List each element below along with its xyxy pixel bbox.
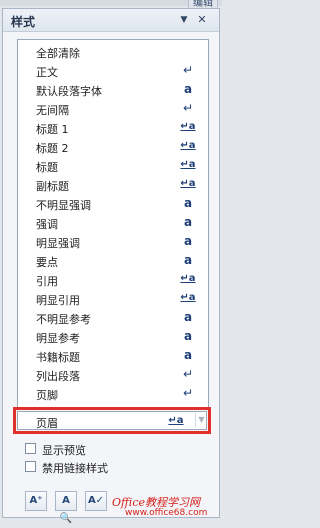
character-style-icon: a: [183, 82, 193, 96]
style-name: 标题 1: [36, 123, 69, 136]
style-item[interactable]: 正文 ↵: [18, 61, 208, 80]
style-item[interactable]: 页脚 ↵: [18, 384, 208, 403]
disable-linked-styles-checkbox[interactable]: [25, 461, 36, 472]
style-item[interactable]: 不明显强调 a: [18, 194, 208, 213]
pane-options-dropdown-icon[interactable]: ▼: [177, 12, 191, 28]
show-preview-checkbox[interactable]: [25, 443, 36, 454]
style-item[interactable]: 引用 ↵a: [18, 270, 208, 289]
paragraph-mark-icon: ↵: [182, 386, 194, 400]
style-name: 不明显参考: [36, 313, 91, 326]
style-item[interactable]: 列出段落 ↵: [18, 365, 208, 384]
style-item[interactable]: 不明显参考 a: [18, 308, 208, 327]
style-name: 列出段落: [36, 370, 80, 383]
style-item[interactable]: 标题 2 ↵a: [18, 137, 208, 156]
styles-pane-titlebar: 样式 ▼ ✕: [3, 9, 219, 32]
character-style-icon: a: [183, 348, 193, 362]
close-icon[interactable]: ✕: [195, 12, 209, 28]
style-item-selected[interactable]: 页眉 ↵a ▼: [17, 411, 207, 430]
paragraph-mark-icon: ↵: [182, 367, 194, 381]
paragraph-mark-icon: ↵: [182, 101, 194, 115]
style-name: 副标题: [36, 180, 69, 193]
style-item[interactable]: 标题 ↵a: [18, 156, 208, 175]
style-name: 页眉: [36, 417, 58, 430]
top-strip: 编辑: [0, 0, 222, 10]
style-menu-dropdown-icon[interactable]: ▼: [195, 413, 207, 427]
style-name: 明显强调: [36, 237, 80, 250]
site-watermark-url: www.office68.com: [125, 508, 208, 518]
style-name: 明显引用: [36, 294, 80, 307]
linked-style-icon: ↵a: [180, 140, 196, 151]
style-name: 正文: [36, 66, 58, 79]
style-item[interactable]: 全部清除: [18, 42, 208, 61]
character-style-icon: a: [183, 329, 193, 343]
new-style-icon[interactable]: A⁺: [25, 491, 47, 511]
style-item[interactable]: 明显参考 a: [18, 327, 208, 346]
manage-styles-icon[interactable]: A✓: [85, 491, 107, 511]
style-item[interactable]: 明显引用 ↵a: [18, 289, 208, 308]
styles-pane: 样式 ▼ ✕ 全部清除 正文 ↵ 默认段落字体 a 无间隔 ↵ 标题 1 ↵a …: [2, 8, 220, 524]
style-item[interactable]: 明显强调 a: [18, 232, 208, 251]
style-name: 书籍标题: [36, 351, 80, 364]
style-item[interactable]: 要点 a: [18, 251, 208, 270]
style-name: 页脚: [36, 389, 58, 402]
pane-title: 样式: [11, 15, 36, 29]
style-item[interactable]: 副标题 ↵a: [18, 175, 208, 194]
disable-linked-styles-label: 禁用链接样式: [42, 462, 108, 475]
linked-style-icon: ↵a: [180, 292, 196, 303]
style-name: 全部清除: [36, 47, 80, 60]
character-style-icon: a: [183, 196, 193, 210]
selection-highlight-box: 页眉 ↵a ▼: [13, 407, 211, 434]
linked-style-icon: ↵a: [180, 273, 196, 284]
style-item[interactable]: 默认段落字体 a: [18, 80, 208, 99]
linked-style-icon: ↵a: [180, 159, 196, 170]
style-item[interactable]: 无间隔 ↵: [18, 99, 208, 118]
linked-style-icon: ↵a: [180, 178, 196, 189]
style-inspector-icon[interactable]: A🔍: [55, 491, 77, 524]
style-name: 标题: [36, 161, 58, 174]
style-name: 要点: [36, 256, 58, 269]
style-name: 无间隔: [36, 104, 69, 117]
style-item[interactable]: 强调 a: [18, 213, 208, 232]
style-item[interactable]: 标题 1 ↵a: [18, 118, 208, 137]
linked-style-icon: ↵a: [168, 415, 184, 426]
style-name: 强调: [36, 218, 58, 231]
styles-list: 全部清除 正文 ↵ 默认段落字体 a 无间隔 ↵ 标题 1 ↵a 标题 2 ↵a…: [17, 39, 209, 409]
style-item[interactable]: 书籍标题 a: [18, 346, 208, 365]
character-style-icon: a: [183, 253, 193, 267]
paragraph-mark-icon: ↵: [182, 63, 194, 77]
style-name: 标题 2: [36, 142, 69, 155]
style-type-icon: [178, 43, 198, 59]
style-name: 明显参考: [36, 332, 80, 345]
linked-style-icon: ↵a: [180, 121, 196, 132]
character-style-icon: a: [183, 310, 193, 324]
style-name: 不明显强调: [36, 199, 91, 212]
show-preview-label: 显示预览: [42, 444, 86, 457]
style-name: 默认段落字体: [36, 85, 102, 98]
style-name: 引用: [36, 275, 58, 288]
character-style-icon: a: [183, 234, 193, 248]
character-style-icon: a: [183, 215, 193, 229]
